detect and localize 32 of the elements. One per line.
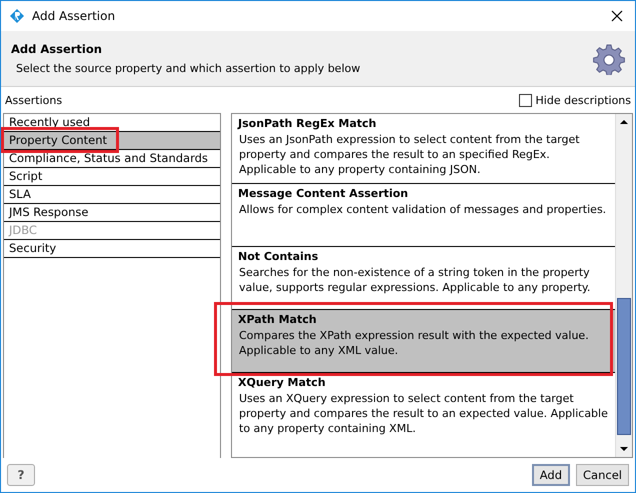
scrollbar[interactable] [615,114,632,457]
assertion-item[interactable]: XPath Match Compares the XPath expression result with the expected value. Applicable to any XML value. [232,310,615,373]
window-title: Add Assertion [32,9,116,23]
category-item[interactable]: Property Content [4,132,220,150]
category-item[interactable]: JMS Response [4,204,220,222]
hide-descriptions-label: Hide descriptions [536,94,631,106]
assertion-description: Compares the XPath expression result with the expected value. Applicable to any XML value. [238,328,590,358]
close-icon[interactable] [611,10,623,22]
category-item[interactable]: Script [4,168,220,186]
assertion-description: Uses an JsonPath expression to select content from the target property and compares the result to an specified RegEx. Applicable to any property containing JSON. [238,132,581,177]
assertion-description: Uses an XQuery expression to select content from the target property and compares the result to an expected value. Applicable to any property containing XML. [238,391,609,436]
hide-descriptions-checkbox[interactable] [518,94,532,106]
assertion-title: Not Contains [238,249,320,265]
assertion-title: Message Content Assertion [238,186,410,202]
header-subtitle: Select the source property and which assertion to apply below [15,62,360,75]
assertion-description: Searches for the non-existence of a string token in the property value, supports regular expressions. Applicable to any property. [238,265,592,295]
gear-icon [593,42,625,74]
assertion-title: XQuery Match [238,375,327,391]
cancel-button[interactable]: Cancel [576,464,629,486]
add-button[interactable]: Add [532,464,570,486]
scroll-thumb[interactable] [617,298,631,435]
header-title: Add Assertion [11,42,103,56]
category-item[interactable]: Security [4,240,220,258]
assertion-description: Allows for complex content validation of messages and properties. [238,202,608,217]
assertion-item[interactable]: XQuery Match Uses an XQuery expression to select content from the target property and compares the result to an expected value. Applicable to any property containing XML. [232,373,615,436]
help-button[interactable]: ? [7,464,35,486]
assertion-title: JsonPath RegEx Match [238,116,378,132]
app-logo-icon [9,8,25,24]
assertion-title: XPath Match [238,312,318,328]
category-item[interactable]: Compliance, Status and Standards [4,150,220,168]
category-item[interactable]: SLA [4,186,220,204]
assertions-label: Assertions [5,94,62,106]
